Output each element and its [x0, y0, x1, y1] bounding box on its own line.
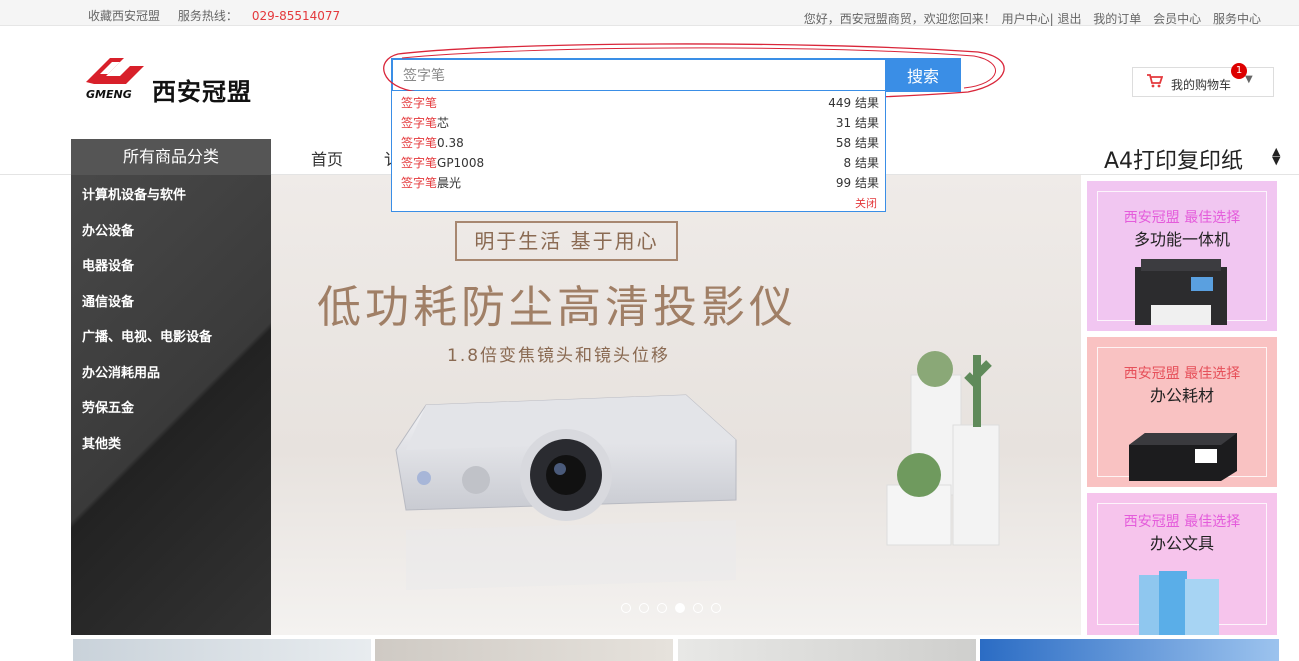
bottom-thumb[interactable] — [73, 639, 371, 661]
hotline-number: 029-85514077 — [251, 9, 341, 23]
carousel-dots — [621, 598, 729, 617]
my-orders-link[interactable]: 我的订单 — [1093, 12, 1141, 26]
printer-image — [1135, 259, 1227, 325]
bottom-thumb[interactable] — [980, 639, 1279, 661]
category-communication[interactable]: 通信设备 — [82, 291, 134, 310]
suggestion-match: 签字笔 — [401, 96, 438, 110]
bottom-thumb[interactable] — [375, 639, 673, 661]
greeting-text: 您好，西安冠盟商贸，欢迎您回来！ — [803, 12, 996, 26]
cart-button[interactable]: 我的购物车 1 ▼ — [1132, 63, 1274, 97]
hotline-label: 服务热线： — [177, 9, 238, 23]
category-computer[interactable]: 计算机设备与软件 — [82, 184, 186, 203]
logo-name: 西安冠盟 — [152, 78, 252, 106]
nav-featured-paper[interactable]: A4打印复印纸 — [1104, 143, 1243, 175]
banner-subtitle: 1.8倍变焦镜头和镜头位移 — [447, 346, 671, 366]
promo-tile-printer[interactable]: 西安冠盟 最佳选择 多功能一体机 — [1087, 181, 1277, 331]
suggestion-count: 58 结果 — [835, 136, 879, 150]
carousel-dot[interactable] — [621, 603, 631, 613]
folders-image — [1139, 571, 1219, 635]
suggestion-rest: GP1008 — [437, 156, 485, 170]
hotline: 服务热线： 029-85514077 — [178, 9, 354, 23]
nav-home[interactable]: 首页 — [311, 146, 343, 170]
chevron-down-icon: ▼ — [1245, 74, 1253, 85]
category-office-equipment[interactable]: 办公设备 — [82, 220, 134, 239]
promo-title: 办公文具 — [1149, 534, 1214, 553]
cart-label: 我的购物车 — [1171, 78, 1232, 92]
suggestions-close-link[interactable]: 关闭 — [855, 195, 877, 211]
suggestion-match: 签字笔 — [401, 136, 438, 150]
sort-arrows-icon[interactable]: ▲ ▼ — [1272, 146, 1280, 166]
suggestion-match: 签字笔 — [401, 116, 438, 130]
category-broadcast[interactable]: 广播、电视、电影设备 — [82, 326, 212, 345]
banner-slogan: 明于生活 基于用心 — [455, 221, 678, 261]
bookmark-link[interactable]: 收藏西安冠盟 — [88, 9, 160, 23]
promo-tile-consumables[interactable]: 西安冠盟 最佳选择 办公耗材 — [1087, 337, 1277, 487]
suggestion-count: 8 结果 — [843, 156, 879, 170]
category-other[interactable]: 其他类 — [82, 433, 121, 452]
suggestion-item[interactable]: 签字笔0.38 58 结果 — [392, 131, 887, 151]
category-sidebar: 所有商品分类 计算机设备与软件 办公设备 电器设备 通信设备 广播、电视、电影设… — [71, 139, 271, 635]
service-center-link[interactable]: 服务中心 — [1213, 12, 1261, 26]
promo-title: 办公耗材 — [1149, 386, 1214, 405]
sidebar-title: 所有商品分类 — [71, 139, 271, 175]
suggestion-rest: 0.38 — [437, 136, 464, 150]
category-consumables[interactable]: 办公消耗用品 — [82, 362, 160, 381]
logo-sub-text: GMENG — [86, 88, 132, 101]
carousel-dot[interactable] — [693, 603, 703, 613]
cart-icon — [1147, 74, 1164, 92]
suggestion-match: 签字笔 — [401, 156, 438, 170]
category-electrical[interactable]: 电器设备 — [82, 255, 134, 274]
bottom-thumb[interactable] — [678, 639, 976, 661]
user-center-link[interactable]: 用户中心| — [1002, 12, 1054, 26]
suggestion-rest: 芯 — [437, 116, 450, 130]
carousel-dot[interactable] — [639, 603, 649, 613]
carousel-dot[interactable] — [657, 603, 667, 613]
carousel-dot[interactable] — [711, 603, 721, 613]
search-bar: 搜索 — [391, 58, 961, 92]
promo-tile-stationery[interactable]: 西安冠盟 最佳选择 办公文具 — [1087, 493, 1277, 635]
promo-tag: 西安冠盟 最佳选择 — [1123, 366, 1241, 382]
carousel-dot-active[interactable] — [675, 603, 685, 613]
promo-title: 多功能一体机 — [1133, 230, 1230, 249]
logo-mark-icon — [86, 58, 144, 84]
top-bar: 收藏西安冠盟 服务热线： 029-85514077 您好，西安冠盟商贸，欢迎您回来… — [0, 0, 1299, 26]
suggestion-item[interactable]: 签字笔晨光 99 结果 — [392, 171, 887, 191]
search-button[interactable]: 搜索 — [885, 58, 961, 92]
plants-image — [886, 351, 1000, 546]
suggestion-item[interactable]: 签字笔 449 结果 — [392, 91, 887, 111]
banner-title: 低功耗防尘高清投影仪 — [317, 282, 797, 333]
suggestion-item[interactable]: 签字笔GP1008 8 结果 — [392, 151, 887, 171]
suggestion-match: 签字笔 — [401, 176, 438, 190]
site-logo[interactable]: GMENG 西安冠盟 — [86, 54, 268, 106]
member-center-link[interactable]: 会员中心 — [1153, 12, 1201, 26]
hero-banner[interactable]: 明于生活 基于用心 低功耗防尘高清投影仪 1.8倍变焦镜头和镜头位移 — [271, 175, 1081, 635]
search-input[interactable] — [391, 58, 885, 92]
suggestion-count: 99 结果 — [835, 176, 879, 190]
promo-tag: 西安冠盟 最佳选择 — [1123, 210, 1241, 226]
category-hardware[interactable]: 劳保五金 — [82, 397, 134, 416]
promo-tag: 西安冠盟 最佳选择 — [1123, 514, 1241, 530]
search-suggestions: 签字笔 449 结果 签字笔芯 31 结果 签字笔0.38 58 结果 签字笔G… — [391, 91, 886, 212]
suggestion-count: 31 结果 — [835, 116, 879, 130]
logout-link[interactable]: 退出 — [1057, 12, 1081, 26]
projector-image — [395, 394, 737, 590]
toner-image — [1129, 433, 1237, 481]
suggestion-item[interactable]: 签字笔芯 31 结果 — [392, 111, 887, 131]
suggestion-rest: 晨光 — [437, 176, 462, 190]
suggestion-count: 449 结果 — [828, 96, 879, 110]
